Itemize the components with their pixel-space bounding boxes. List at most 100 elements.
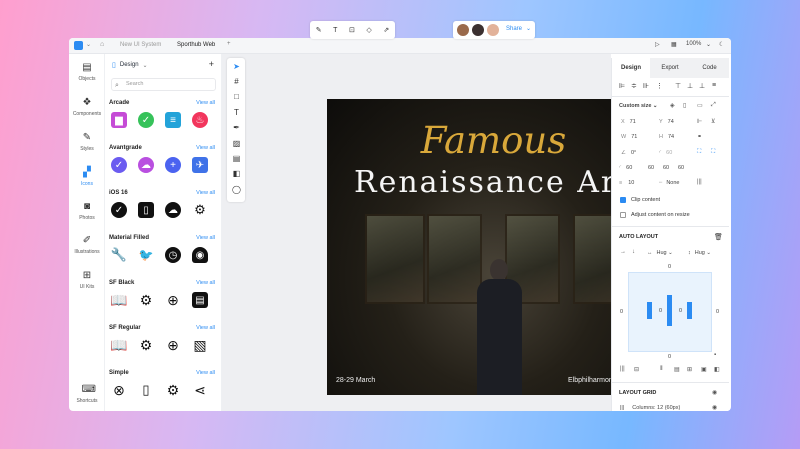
clip-content-checkbox[interactable] [620,197,626,203]
corner-radius-field[interactable]: 60 [648,165,654,171]
eye-icon[interactable]: ◉ [712,404,717,411]
avatar[interactable] [487,24,499,36]
text-icon[interactable]: T [333,27,337,34]
gear-icon[interactable]: ⚙ [138,292,154,308]
layout-option-icon[interactable]: ⊟ [634,366,639,373]
tab-sporthub-web[interactable]: Sporthub Web [177,42,215,48]
align-center-icon[interactable]: ≑ [631,82,637,90]
plus-icon[interactable]: + [165,157,181,173]
delete-icon[interactable]: 🗑 [714,233,723,241]
grid-columns-row[interactable]: ||| Columns: 12 (60px) [620,405,680,411]
clock-icon[interactable]: ◷ [165,247,181,263]
check-circle-icon[interactable]: ✓ [111,157,127,173]
eye-icon[interactable]: ◉ [712,389,717,396]
padding-bottom[interactable]: 0 [668,354,671,360]
book-icon[interactable]: 📖 [110,337,127,353]
library-header[interactable]: ▯ Design ⌄ [112,61,148,69]
view-all-link[interactable]: View all [196,370,215,376]
rectangle-tool-icon[interactable]: □ [232,92,241,101]
adjust-content-checkbox[interactable] [620,212,626,218]
layout-option-icon[interactable]: ⊞ [687,366,692,373]
layout-option-icon[interactable]: ◧ [714,366,720,373]
layout-option-icon[interactable]: ⫴ [660,366,663,373]
rocket-icon[interactable]: ✈ [192,157,208,173]
align-icon[interactable]: ⊩ [697,118,702,125]
plus-circle-icon[interactable]: ⊕ [165,292,181,308]
file-image-icon[interactable]: ▤ [192,292,208,308]
avatar[interactable] [457,24,469,36]
layout-tool-icon[interactable]: ▤ [232,154,241,163]
pencil-icon[interactable]: ✎ [316,26,322,34]
app-logo[interactable] [74,41,83,50]
direction-right-icon[interactable]: → [620,249,626,255]
diamond-icon[interactable]: ◇ [366,26,371,34]
comment-tool-icon[interactable]: ◯ [232,185,241,194]
corner-radius-field[interactable]: 60 [678,165,684,171]
frame-icon[interactable]: ▭ [697,102,703,109]
direction-down-icon[interactable]: ↓ [632,249,635,255]
document-icon[interactable]: ≡ [165,112,181,128]
padding-right[interactable]: 0 [716,309,719,315]
layout-option-icon[interactable]: ▤ [674,366,680,373]
rail-item-styles[interactable]: ✎ Styles [69,132,105,152]
view-all-link[interactable]: View all [196,145,215,151]
layout-option-icon[interactable]: ||| [620,366,625,372]
plus-circle-icon[interactable]: ⊕ [165,337,181,353]
cursor-tool-icon[interactable]: ➤ [232,62,241,71]
wrench-icon[interactable]: 🔧 [111,247,127,263]
corner-radius-field[interactable]: 60 [663,165,669,171]
view-all-link[interactable]: View all [196,280,215,286]
view-all-link[interactable]: View all [196,235,215,241]
rail-item-objects[interactable]: ▤ Objects [69,62,105,82]
avatar[interactable] [472,24,484,36]
corner-radius-fields[interactable]: ◜ 60 [619,165,632,171]
align-top-icon[interactable]: ⊤ [675,82,681,90]
auto-layout-preview[interactable]: 0 0 [628,272,712,352]
home-icon[interactable]: ⌂ [100,41,104,48]
x-field[interactable]: X 71 [621,119,636,125]
image-tool-icon[interactable]: ▨ [232,139,241,148]
hug-height-select[interactable]: ↕ Hug ⌄ [688,250,711,256]
layout-option-icon[interactable]: ▣ [701,366,707,373]
close-circle-icon[interactable]: ⊗ [111,382,127,398]
image-icon[interactable]: ▧ [192,337,208,353]
lock-icon[interactable]: ▪ [714,352,716,358]
tinder-icon[interactable]: ♨ [192,112,208,128]
gear-icon[interactable]: ⚙ [138,337,154,353]
check-icon[interactable]: ✓ [138,112,154,128]
tab-export[interactable]: Export [650,58,690,78]
add-library-button[interactable]: + [209,59,214,69]
stroke-width-field[interactable]: ≡ 10 [619,180,634,186]
moon-icon[interactable]: ☾ [719,41,724,48]
independent-corners-icon[interactable]: ⛶ [711,149,715,156]
h-field[interactable]: H 74 [659,134,674,140]
cloud-download-icon[interactable]: ☁ [138,157,154,173]
trash-icon[interactable]: ▆ [111,112,127,128]
file-image-icon[interactable]: ▯ [138,382,154,398]
tab-code[interactable]: Code [690,58,729,78]
chevron-down-icon[interactable]: ⌄ [86,41,91,48]
rail-item-photos[interactable]: ◙ Photos [69,201,105,221]
stroke-options-icon[interactable]: ||| [697,179,702,185]
view-all-link[interactable]: View all [196,100,215,106]
chevron-down-icon[interactable]: ⌄ [706,41,711,48]
gear-icon[interactable]: ⚙ [165,382,181,398]
file-icon[interactable]: ▯ [683,102,686,109]
component-icon[interactable]: ◈ [670,102,675,109]
pen-tool-icon[interactable]: ✒ [232,123,241,132]
y-field[interactable]: Y 74 [659,119,674,125]
android-icon[interactable]: ◉ [192,247,208,263]
zoom-level[interactable]: 100% [686,41,701,47]
book-icon[interactable]: ▯ [138,202,154,218]
hug-width-select[interactable]: ↔ Hug ⌄ [647,250,673,256]
share-icon[interactable]: ⋖ [192,382,208,398]
share-button[interactable]: Share [506,26,522,32]
gap-value[interactable]: 0 [679,308,682,314]
distribute-icon[interactable]: ⋮ [656,82,663,90]
align-left-icon[interactable]: ⊫ [619,82,625,90]
external-icon[interactable]: ⇗ [383,26,389,34]
radius-field[interactable]: ◜ 60 [659,150,672,156]
rail-item-shortcuts[interactable]: ⌨ Shortcuts [69,384,105,404]
add-tab-icon[interactable]: + [227,41,231,47]
rail-item-components[interactable]: ❖ Components [69,97,105,117]
